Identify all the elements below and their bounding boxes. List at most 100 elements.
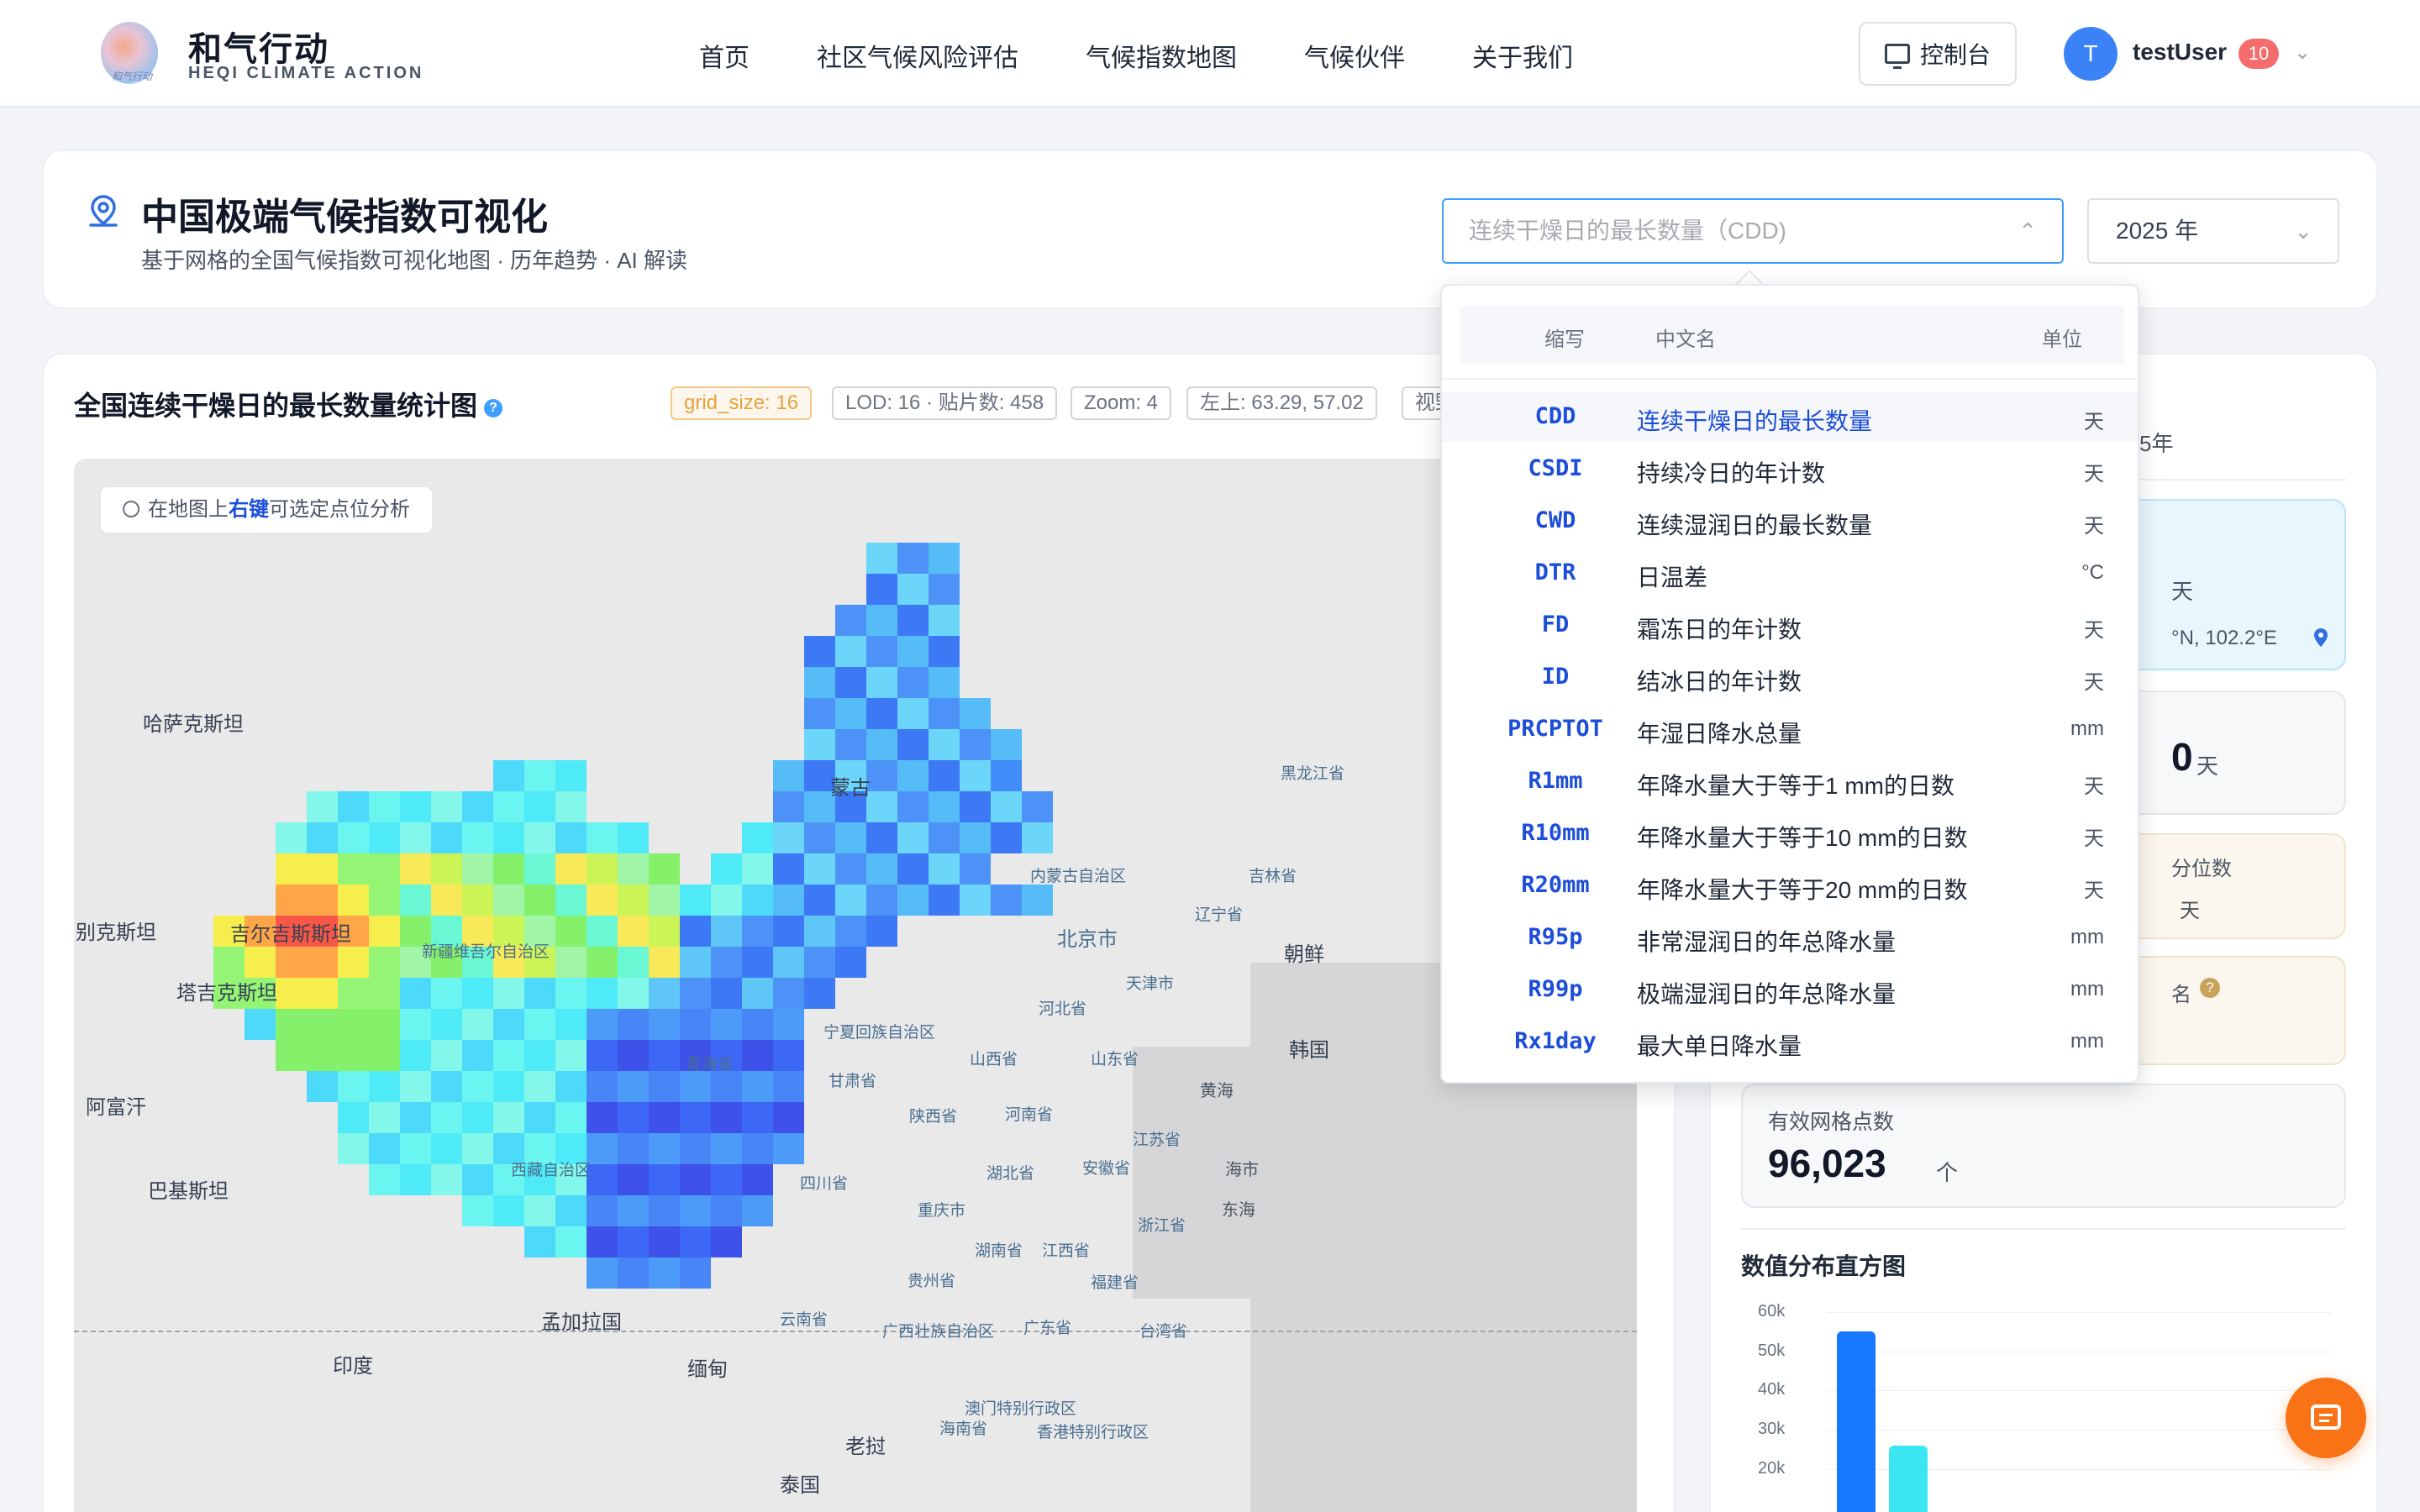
grid-cell[interactable] (493, 822, 524, 853)
grid-cell[interactable] (431, 1009, 462, 1040)
grid-cell[interactable] (618, 885, 649, 916)
grid-cell[interactable] (742, 1164, 773, 1195)
grid-cell[interactable] (587, 1195, 618, 1226)
help-icon[interactable]: ? (484, 398, 503, 417)
grid-cell[interactable] (369, 1071, 400, 1102)
grid-cell[interactable] (369, 916, 400, 947)
grid-cell[interactable] (711, 885, 742, 916)
grid-cell[interactable] (587, 1102, 618, 1133)
grid-cell[interactable] (555, 1040, 587, 1071)
grid-cell[interactable] (555, 947, 587, 978)
dropdown-option[interactable]: FD 霜冻日的年计数 天 (1442, 600, 2138, 650)
grid-cell[interactable] (742, 1071, 773, 1102)
grid-cell[interactable] (338, 1133, 369, 1164)
nav-item-climate-map[interactable]: 气候指数地图 (1086, 37, 1237, 74)
grid-cell[interactable] (524, 822, 555, 853)
grid-cell[interactable] (338, 1102, 369, 1133)
grid-cell[interactable] (400, 978, 431, 1009)
grid-cell[interactable] (711, 1009, 742, 1040)
grid-cell[interactable] (649, 1102, 680, 1133)
grid-cell[interactable] (618, 947, 649, 978)
grid-cell[interactable] (276, 1040, 307, 1071)
grid-cell[interactable] (742, 916, 773, 947)
grid-cell[interactable] (804, 698, 835, 729)
grid-cell[interactable] (649, 916, 680, 947)
grid-cell[interactable] (369, 947, 400, 978)
grid-cell[interactable] (338, 1040, 369, 1071)
grid-cell[interactable] (711, 947, 742, 978)
grid-cell[interactable] (960, 822, 991, 853)
grid-cell[interactable] (493, 885, 524, 916)
grid-cell[interactable] (369, 978, 400, 1009)
grid-cell[interactable] (960, 760, 991, 791)
grid-cell[interactable] (493, 1040, 524, 1071)
grid-cell[interactable] (307, 822, 338, 853)
grid-cell[interactable] (804, 667, 835, 698)
grid-cell[interactable] (369, 853, 400, 885)
grid-cell[interactable] (587, 1257, 618, 1289)
grid-cell[interactable] (897, 853, 929, 885)
avatar[interactable]: T (2064, 27, 2118, 81)
grid-cell[interactable] (587, 978, 618, 1009)
histogram-bar[interactable] (1837, 1331, 1876, 1512)
grid-cell[interactable] (649, 947, 680, 978)
grid-cell[interactable] (400, 822, 431, 853)
grid-cell[interactable] (742, 947, 773, 978)
chevron-down-icon[interactable]: ⌄ (2294, 40, 2311, 65)
grid-cell[interactable] (369, 1102, 400, 1133)
brand-logo[interactable]: 和气行动 (101, 22, 158, 84)
grid-cell[interactable] (711, 1102, 742, 1133)
grid-cell[interactable] (742, 885, 773, 916)
grid-cell[interactable] (493, 1071, 524, 1102)
help-icon[interactable]: ? (2200, 978, 2220, 998)
grid-cell[interactable] (866, 698, 897, 729)
grid-cell[interactable] (773, 916, 804, 947)
grid-cell[interactable] (462, 1133, 493, 1164)
grid-cell[interactable] (431, 978, 462, 1009)
grid-cell[interactable] (524, 1040, 555, 1071)
grid-cell[interactable] (680, 1195, 711, 1226)
grid-cell[interactable] (587, 1133, 618, 1164)
grid-cell[interactable] (338, 947, 369, 978)
grid-cell[interactable] (493, 978, 524, 1009)
grid-cell[interactable] (245, 947, 276, 978)
grid-cell[interactable] (524, 791, 555, 822)
year-select[interactable]: 2025 年 ⌄ (2087, 198, 2339, 264)
grid-cell[interactable] (338, 1071, 369, 1102)
grid-cell[interactable] (307, 1040, 338, 1071)
dropdown-option[interactable]: R95p 非常湿润日的年总降水量 mm (1442, 912, 2138, 963)
grid-cell[interactable] (773, 1133, 804, 1164)
grid-cell[interactable] (338, 822, 369, 853)
grid-cell[interactable] (369, 822, 400, 853)
grid-cell[interactable] (711, 1071, 742, 1102)
grid-cell[interactable] (400, 1133, 431, 1164)
grid-cell[interactable] (866, 791, 897, 822)
grid-cell[interactable] (493, 791, 524, 822)
grid-cell[interactable] (493, 853, 524, 885)
grid-cell[interactable] (773, 1009, 804, 1040)
grid-cell[interactable] (773, 760, 804, 791)
grid-cell[interactable] (991, 729, 1022, 760)
grid-cell[interactable] (866, 543, 897, 574)
grid-cell[interactable] (431, 1102, 462, 1133)
grid-cell[interactable] (680, 916, 711, 947)
grid-cell[interactable] (897, 605, 929, 636)
grid-cell[interactable] (929, 698, 960, 729)
dropdown-option[interactable]: Rx1day 最大单日降水量 mm (1442, 1016, 2138, 1067)
grid-cell[interactable] (400, 791, 431, 822)
grid-cell[interactable] (742, 1133, 773, 1164)
grid-cell[interactable] (431, 1040, 462, 1071)
grid-cell[interactable] (307, 885, 338, 916)
grid-cell[interactable] (835, 698, 866, 729)
grid-cell[interactable] (1022, 791, 1053, 822)
grid-cell[interactable] (400, 1102, 431, 1133)
grid-cell[interactable] (555, 760, 587, 791)
grid-cell[interactable] (991, 885, 1022, 916)
grid-cell[interactable] (835, 822, 866, 853)
grid-cell[interactable] (587, 1226, 618, 1257)
grid-cell[interactable] (866, 636, 897, 667)
grid-cell[interactable] (462, 1195, 493, 1226)
dropdown-option[interactable]: DTR 日温差 °C (1442, 548, 2138, 598)
grid-cell[interactable] (587, 822, 618, 853)
grid-cell[interactable] (618, 1164, 649, 1195)
